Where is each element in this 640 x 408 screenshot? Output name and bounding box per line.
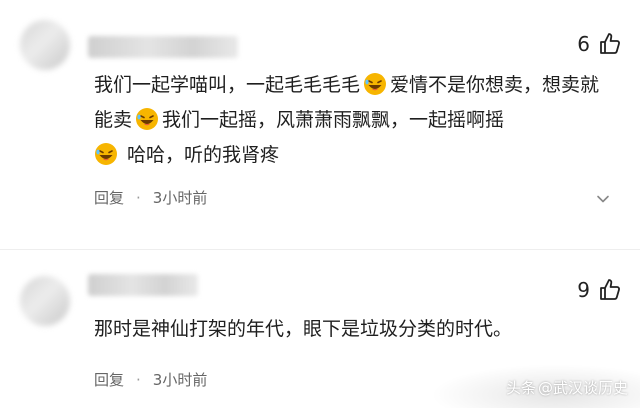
thumbs-up-icon[interactable] xyxy=(598,32,622,56)
watermark-brand: 头条 xyxy=(505,379,536,397)
like-control[interactable]: 9 xyxy=(577,278,622,302)
comment-text-part: 我们一起摇，风萧萧雨飘飘，一起摇啊摇 xyxy=(162,109,505,131)
comment-text-part: 那时是神仙打架的年代，眼下是垃圾分类的时代。 xyxy=(94,318,513,340)
username-redacted[interactable] xyxy=(88,274,198,296)
like-count: 6 xyxy=(577,32,590,56)
reply-button[interactable]: 回复 xyxy=(94,188,124,208)
reply-button[interactable]: 回复 xyxy=(94,370,124,390)
laughing-emoji-icon xyxy=(95,143,117,165)
comment-text-part: 我们一起学喵叫，一起毛毛毛毛 xyxy=(94,74,361,96)
comment-meta: 回复 · 3小时前 xyxy=(94,188,207,208)
like-count: 9 xyxy=(577,278,590,302)
watermark: 头条 @武汉谈历史 xyxy=(506,377,628,398)
comment-item: 6 我们一起学喵叫，一起毛毛毛毛 爱情不是你想卖，想卖就能卖 我们一起摇，风萧萧… xyxy=(0,0,640,250)
comment-meta: 回复 · 3小时前 xyxy=(94,370,207,390)
avatar[interactable] xyxy=(20,276,70,326)
comment-text: 那时是神仙打架的年代，眼下是垃圾分类的时代。 xyxy=(94,312,614,347)
comment-text: 我们一起学喵叫，一起毛毛毛毛 爱情不是你想卖，想卖就能卖 我们一起摇，风萧萧雨飘… xyxy=(94,68,614,173)
meta-separator: · xyxy=(136,371,141,389)
meta-separator: · xyxy=(136,189,141,207)
comment-text-part: 哈哈，听的我肾疼 xyxy=(127,144,280,166)
comment-timestamp: 3小时前 xyxy=(152,371,208,389)
laughing-emoji-icon xyxy=(364,73,387,95)
avatar[interactable] xyxy=(20,20,70,70)
comment-timestamp: 3小时前 xyxy=(152,189,208,207)
laughing-emoji-icon xyxy=(136,108,159,130)
username-redacted[interactable] xyxy=(88,36,238,58)
chevron-down-icon[interactable] xyxy=(596,192,610,206)
watermark-handle: @武汉谈历史 xyxy=(537,379,628,397)
like-control[interactable]: 6 xyxy=(577,32,622,56)
thumbs-up-icon[interactable] xyxy=(598,278,622,302)
